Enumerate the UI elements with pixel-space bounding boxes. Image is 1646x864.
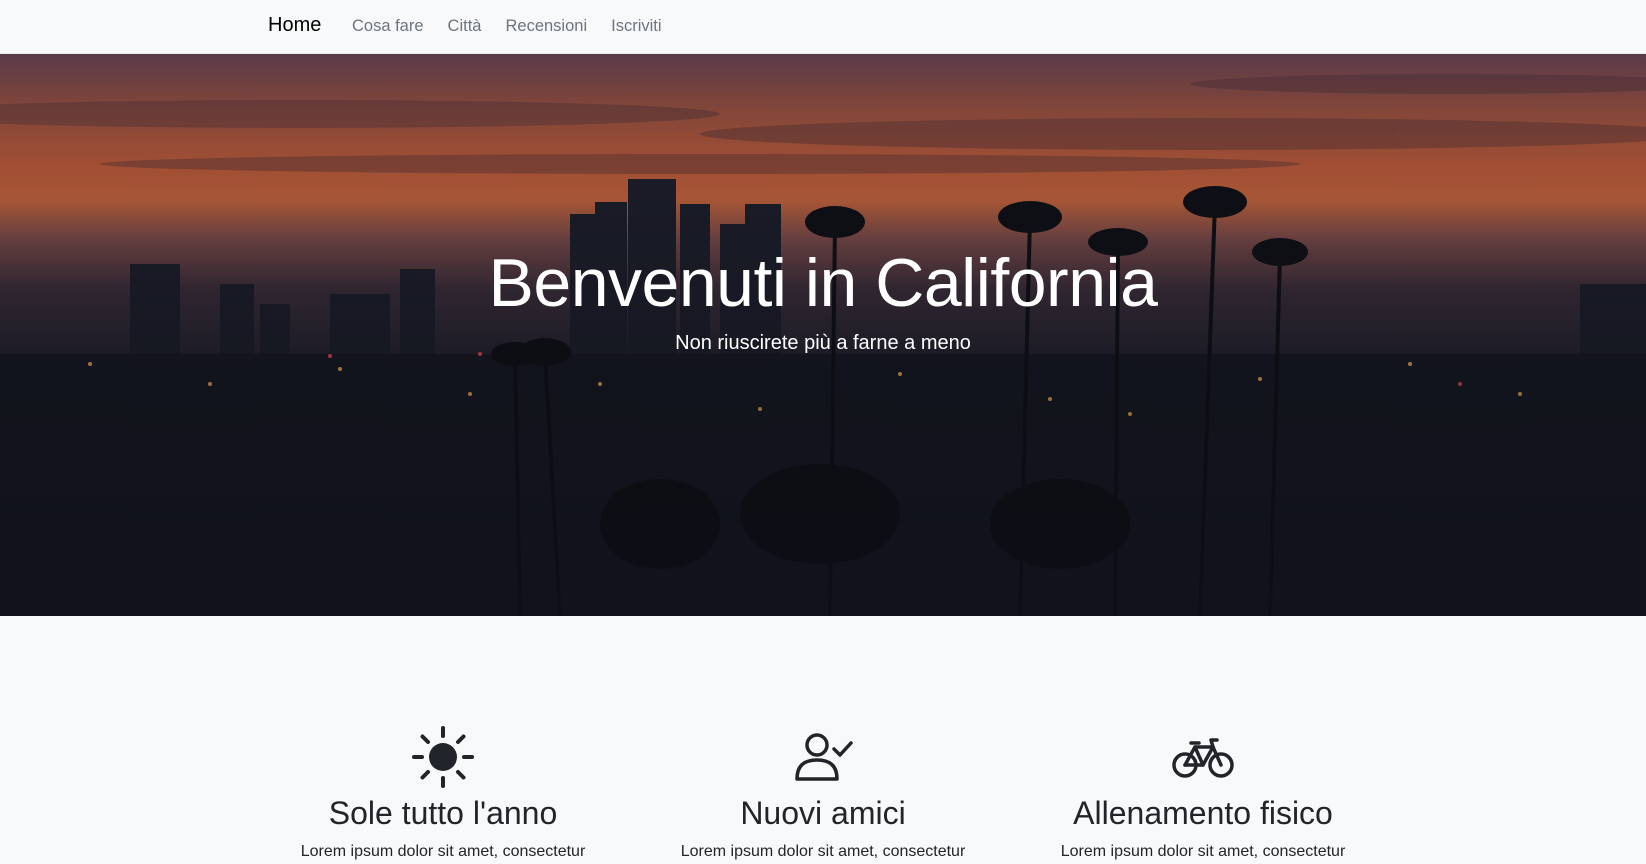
nav-link-recensioni[interactable]: Recensioni [505,17,587,36]
sun-icon [412,726,474,788]
feature-friends: Nuovi amici Lorem ipsum dolor sit amet, … [633,725,1013,864]
feature-text: Lorem ipsum dolor sit amet, consectetur [300,843,586,860]
nav-link-citta[interactable]: Città [448,17,482,36]
hero-subtitle: Non riuscirete più a farne a meno [675,332,971,354]
nav-link-cosa-fare[interactable]: Cosa fare [352,17,424,36]
feature-fitness: Allenamento fisico Lorem ipsum dolor sit… [1013,725,1393,864]
nav-brand-home[interactable]: Home [268,14,321,37]
navbar: Home Cosa fare Città Recensioni Iscrivit… [0,0,1646,54]
hero-section: Benvenuti in California Non riuscirete p… [0,54,1646,616]
feature-sun: Sole tutto l'anno Lorem ipsum dolor sit … [253,725,633,864]
person-check-icon [795,733,853,781]
feature-text: Lorem ipsum dolor sit amet, consectetur [680,843,966,860]
feature-title: Nuovi amici [740,795,906,831]
bicycle-icon [1172,738,1234,778]
hero-title: Benvenuti in California [488,245,1158,321]
nav-links: Cosa fare Città Recensioni Iscriviti [352,17,686,36]
feature-title: Sole tutto l'anno [328,795,558,831]
nav-link-iscriviti[interactable]: Iscriviti [611,17,661,36]
feature-text: Lorem ipsum dolor sit amet, consectetur [1060,843,1346,860]
feature-title: Allenamento fisico [1073,795,1333,831]
